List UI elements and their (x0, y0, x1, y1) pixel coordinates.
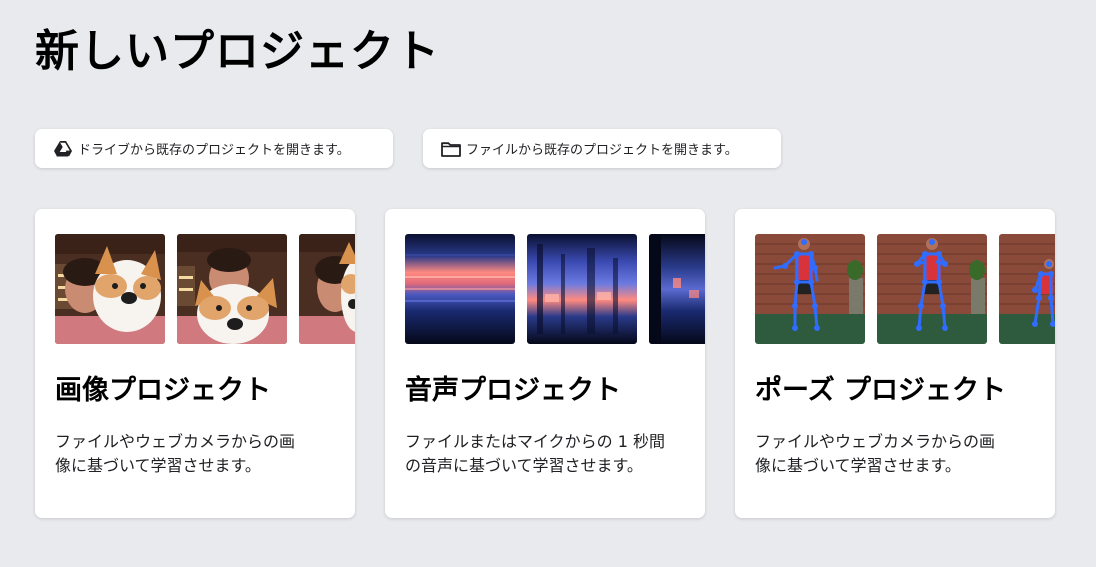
audio-project-card[interactable]: 音声プロジェクト ファイルまたはマイクからの 1 秒間 の音声に基づいて学習させ… (385, 209, 705, 518)
pose-project-description: ファイルやウェブカメラからの画 像に基づいて学習させます。 (755, 432, 996, 475)
person-with-plush-dog-image (177, 234, 287, 344)
image-project-thumbnails (55, 234, 355, 344)
image-project-description: ファイルやウェブカメラからの画 像に基づいて学習させます。 (55, 432, 296, 475)
open-from-drive-label: ドライブから既存のプロジェクトを開きます。 (78, 143, 350, 158)
audio-project-description: ファイルまたはマイクからの 1 秒間 の音声に基づいて学習させます。 (405, 432, 666, 475)
open-from-drive-button[interactable]: ドライブから既存のプロジェクトを開きます。 (35, 129, 393, 168)
audio-project-thumbnails (405, 234, 705, 344)
spectrogram-image (405, 234, 515, 344)
image-project-title: 画像プロジェクト (55, 375, 271, 406)
folder-icon (441, 139, 461, 159)
image-project-card[interactable]: 画像プロジェクト ファイルやウェブカメラからの画 像に基づいて学習させます。 (35, 209, 355, 518)
pose-skeleton-image (755, 234, 865, 344)
person-with-plush-dog-image (55, 234, 165, 344)
pose-skeleton-image (999, 234, 1055, 344)
open-from-file-button[interactable]: ファイルから既存のプロジェクトを開きます。 (423, 129, 781, 168)
pose-project-title: ポーズ プロジェクト (755, 375, 1007, 406)
pose-skeleton-image (877, 234, 987, 344)
pose-project-thumbnails (755, 234, 1055, 344)
spectrogram-image (527, 234, 637, 344)
spectrogram-image (649, 234, 705, 344)
page-title: 新しいプロジェクト (35, 26, 440, 77)
person-with-plush-dog-image (299, 234, 355, 344)
pose-project-card[interactable]: ポーズ プロジェクト ファイルやウェブカメラからの画 像に基づいて学習させます。 (735, 209, 1055, 518)
open-from-file-label: ファイルから既存のプロジェクトを開きます。 (466, 143, 738, 158)
audio-project-title: 音声プロジェクト (405, 375, 621, 406)
google-drive-icon (53, 139, 73, 159)
